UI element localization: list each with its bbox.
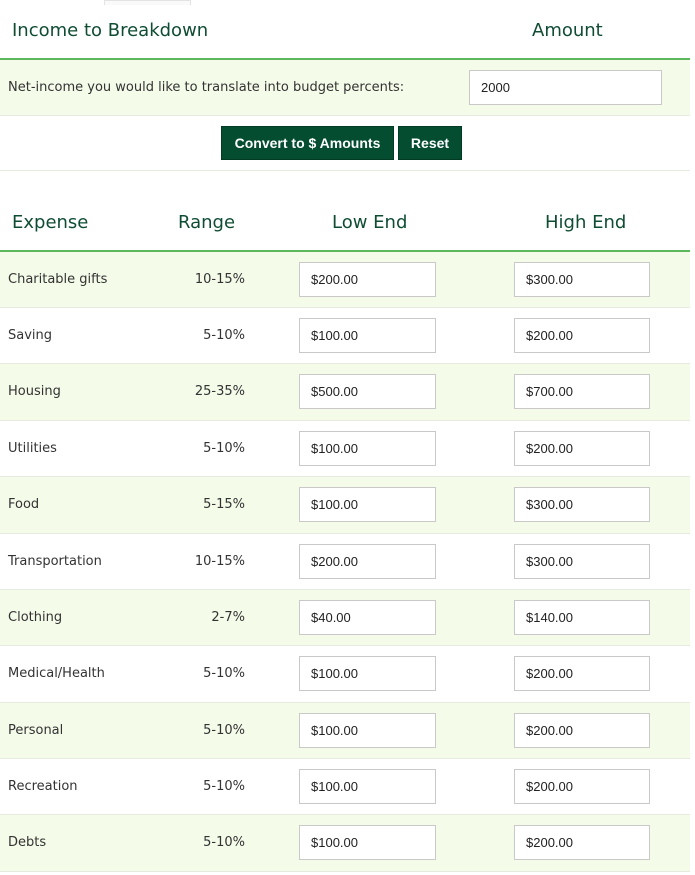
net-income-input[interactable]: 2000 [469,70,662,105]
expense-header-row: Expense Range Low End High End [0,192,690,252]
low-end-input[interactable]: $200.00 [299,544,436,579]
reset-button[interactable]: Reset [398,126,462,160]
budget-calculator: Income to Breakdown Amount Net-income yo… [0,0,695,875]
low-end-input[interactable]: $100.00 [299,656,436,691]
high-end-input[interactable]: $300.00 [514,544,650,579]
low-end-input[interactable]: $40.00 [299,600,436,635]
expense-name: Charitable gifts [8,272,108,287]
table-row: Saving 5-10% $100.00 $200.00 [0,308,690,364]
expense-range: 5-10% [203,666,245,681]
range-column-header: Range [178,212,236,233]
table-row: Clothing 2-7% $40.00 $140.00 [0,590,690,646]
expense-range: 5-10% [203,835,245,850]
expense-name: Recreation [8,779,78,794]
expense-range: 10-15% [194,554,245,569]
high-end-input[interactable]: $300.00 [514,487,650,522]
expense-name: Transportation [8,554,102,569]
low-end-input[interactable]: $100.00 [299,825,436,860]
high-end-input[interactable]: $200.00 [514,431,650,466]
low-end-input[interactable]: $200.00 [299,262,436,297]
net-income-label: Net-income you would like to translate i… [8,80,405,95]
high-end-input[interactable]: $200.00 [514,656,650,691]
income-header-label: Income to Breakdown [12,20,209,41]
expense-name: Clothing [8,610,63,625]
expense-range: 5-10% [203,779,245,794]
table-row: Food 5-15% $100.00 $300.00 [0,477,690,534]
high-end-input[interactable]: $200.00 [514,825,650,860]
high-end-input[interactable]: $300.00 [514,262,650,297]
expense-range: 5-10% [203,441,245,456]
low-end-input[interactable]: $500.00 [299,374,436,409]
low-end-input[interactable]: $100.00 [299,431,436,466]
expense-range: 25-35% [194,384,245,399]
low-end-input[interactable]: $100.00 [299,318,436,353]
table-row: Charitable gifts 10-15% $200.00 $300.00 [0,252,690,308]
expense-range: 5-10% [203,723,245,738]
action-buttons-row: Convert to $ Amounts Reset [0,116,690,171]
low-end-input[interactable]: $100.00 [299,487,436,522]
table-row: Recreation 5-10% $100.00 $200.00 [0,759,690,815]
high-end-input[interactable]: $200.00 [514,769,650,804]
amount-header-label: Amount [532,20,603,41]
net-income-row: Net-income you would like to translate i… [0,60,690,116]
convert-button[interactable]: Convert to $ Amounts [221,126,394,160]
high-end-input[interactable]: $200.00 [514,318,650,353]
expense-name: Food [8,497,40,512]
expense-name: Medical/Health [8,666,105,681]
high-end-input[interactable]: $200.00 [514,713,650,748]
expense-range: 5-10% [203,328,245,343]
expense-range: 5-15% [203,497,245,512]
low-end-column-header: Low End [332,212,408,233]
table-row: Debts 5-10% $100.00 $200.00 [0,815,690,872]
income-header-row: Income to Breakdown Amount [0,0,690,60]
table-row: Personal 5-10% $100.00 $200.00 [0,703,690,759]
table-row: Utilities 5-10% $100.00 $200.00 [0,421,690,477]
expense-column-header: Expense [12,212,89,233]
expense-name: Personal [8,723,64,738]
table-row: Transportation 10-15% $200.00 $300.00 [0,534,690,590]
expense-range: 2-7% [211,610,245,625]
expense-range: 10-15% [194,272,245,287]
high-end-column-header: High End [545,212,627,233]
high-end-input[interactable]: $700.00 [514,374,650,409]
table-row: Medical/Health 5-10% $100.00 $200.00 [0,646,690,703]
low-end-input[interactable]: $100.00 [299,713,436,748]
expense-name: Housing [8,384,61,399]
table-row: Housing 25-35% $500.00 $700.00 [0,364,690,421]
high-end-input[interactable]: $140.00 [514,600,650,635]
expense-name: Utilities [8,441,57,456]
expense-name: Debts [8,835,47,850]
expense-name: Saving [8,328,53,343]
low-end-input[interactable]: $100.00 [299,769,436,804]
